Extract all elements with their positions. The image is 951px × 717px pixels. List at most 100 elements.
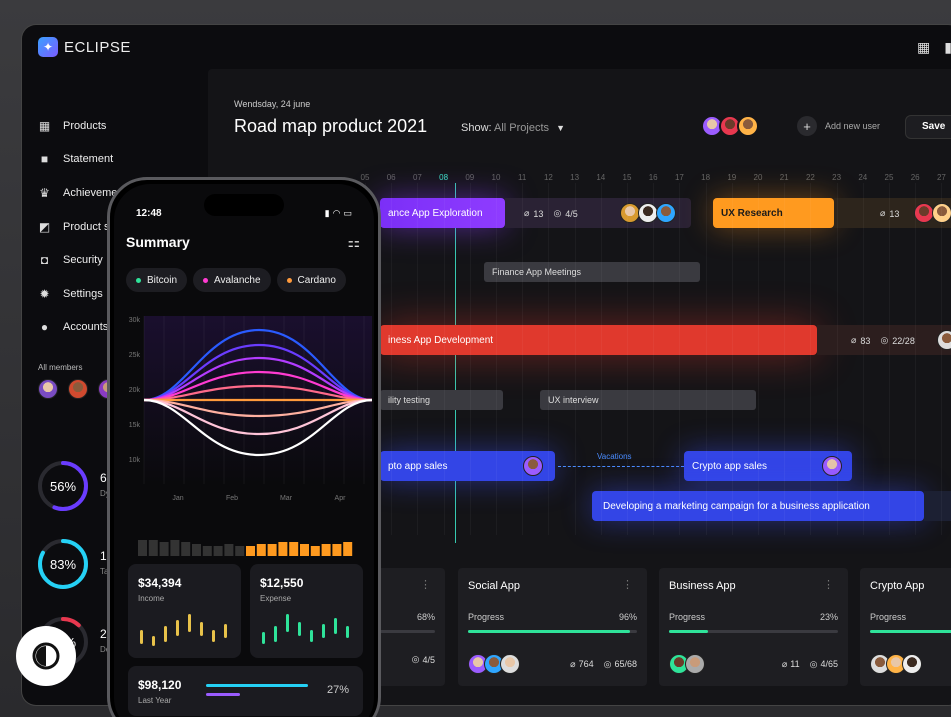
timeline-gridline bbox=[417, 183, 419, 535]
timeline-day[interactable]: 26 bbox=[911, 173, 920, 182]
paperclip-icon: ⌀ bbox=[781, 658, 788, 669]
expense-value: $12,550 bbox=[260, 576, 304, 590]
avatar[interactable] bbox=[38, 379, 58, 399]
timeline-day[interactable]: 15 bbox=[623, 173, 632, 182]
candle bbox=[188, 614, 191, 632]
app-logo[interactable]: ✦ ECLIPSE bbox=[38, 37, 131, 57]
timeline-day[interactable]: 10 bbox=[492, 173, 501, 182]
bar-label: ility testing bbox=[388, 395, 431, 405]
card-title: Social App bbox=[468, 580, 520, 592]
coin-chips: Bitcoin Avalanche Cardano bbox=[126, 268, 346, 292]
filter-label: Show: bbox=[461, 122, 492, 134]
avatar[interactable] bbox=[737, 115, 759, 137]
sidebar-item-products[interactable]: ▦ Products bbox=[38, 109, 127, 143]
avatar bbox=[822, 456, 842, 476]
more-icon[interactable]: ⋮ bbox=[622, 578, 633, 591]
bar-chart-icon[interactable]: ▮ bbox=[944, 39, 951, 56]
chip-dot bbox=[136, 277, 141, 283]
volume-bar bbox=[256, 544, 266, 556]
timeline-gridline bbox=[862, 183, 864, 535]
income-label: Income bbox=[138, 594, 165, 603]
candle bbox=[310, 630, 313, 642]
gantt-bar-ux-interview[interactable]: UX interview bbox=[540, 390, 756, 410]
chip-avalanche[interactable]: Avalanche bbox=[193, 268, 271, 292]
timeline-gridline bbox=[731, 183, 733, 535]
avatar[interactable] bbox=[68, 379, 88, 399]
timeline-day[interactable]: 14 bbox=[596, 173, 605, 182]
timeline-day[interactable]: 06 bbox=[387, 173, 396, 182]
candle bbox=[152, 636, 155, 646]
timeline-day[interactable]: 05 bbox=[361, 173, 370, 182]
more-icon[interactable]: ⋮ bbox=[420, 578, 431, 591]
avatar bbox=[656, 203, 676, 223]
timeline-day[interactable]: 24 bbox=[858, 173, 867, 182]
more-icon[interactable]: ⋮ bbox=[823, 578, 834, 591]
grid-view-icon[interactable]: ▦ bbox=[917, 39, 930, 56]
timeline-gridline bbox=[522, 183, 524, 535]
timeline-day[interactable]: 11 bbox=[518, 173, 526, 182]
timeline-day[interactable]: 08 bbox=[439, 173, 448, 182]
progress-fill bbox=[468, 630, 631, 633]
timeline-day[interactable]: 09 bbox=[465, 173, 474, 182]
last-year-bar-secondary bbox=[206, 693, 240, 696]
timeline-day[interactable]: 18 bbox=[701, 173, 710, 182]
contrast-icon bbox=[32, 642, 60, 670]
timeline-gridline bbox=[496, 183, 497, 535]
candle bbox=[334, 618, 337, 634]
bar-label: Developing a marketing campaign for a bu… bbox=[603, 500, 870, 512]
grid-menu-icon[interactable]: ⚏ bbox=[347, 234, 360, 251]
timeline-day[interactable]: 12 bbox=[544, 173, 553, 182]
timeline-day[interactable]: 27 bbox=[937, 173, 946, 182]
candle bbox=[286, 614, 289, 632]
project-filter[interactable]: Show: All Projects ▼ bbox=[461, 122, 565, 134]
phone-screen: 12:48 ▮ ◠ ▭ Summary ⚏ Bitcoin Avalanche … bbox=[114, 184, 374, 717]
chip-cardano[interactable]: Cardano bbox=[276, 268, 346, 292]
avatar bbox=[902, 654, 922, 674]
gantt-bar-usability-testing[interactable]: ility testing bbox=[380, 390, 503, 410]
volume-bar bbox=[148, 540, 158, 556]
timeline-day[interactable]: 17 bbox=[675, 173, 684, 182]
sidebar-item-label: Statement bbox=[63, 153, 114, 166]
project-card-social-app[interactable]: Social App ⋮ Progress 96% ⌀ 764 ◎ 65/68 bbox=[458, 568, 647, 686]
volume-bar bbox=[343, 542, 353, 556]
stat-percent: 83% bbox=[49, 556, 77, 572]
expense-card[interactable]: $12,550 Expense bbox=[250, 564, 363, 658]
sidebar-item-statement[interactable]: ■ Statement bbox=[38, 143, 127, 177]
gantt-bar-finance-meetings[interactable]: Finance App Meetings bbox=[484, 262, 700, 282]
timeline-day[interactable]: 22 bbox=[806, 173, 815, 182]
volume-bar bbox=[300, 544, 309, 556]
save-button[interactable]: Save bbox=[905, 115, 951, 139]
timeline-day[interactable]: 20 bbox=[754, 173, 763, 182]
project-card-business-app[interactable]: Business App ⋮ Progress 23% ⌀ 11 ◎ 4/65 bbox=[659, 568, 848, 686]
add-user-button[interactable]: + Add new user bbox=[797, 116, 880, 136]
volume-bar bbox=[246, 546, 255, 556]
timeline-day[interactable]: 23 bbox=[832, 173, 841, 182]
timeline-day[interactable]: 13 bbox=[570, 173, 579, 182]
gantt-bar-crypto-sales-1[interactable]: pto app sales bbox=[380, 451, 555, 481]
timeline-day[interactable]: 25 bbox=[885, 173, 894, 182]
timeline-day[interactable]: 21 bbox=[780, 173, 789, 182]
gantt-bar-crypto-sales-2[interactable]: Crypto app sales bbox=[684, 451, 852, 481]
chip-label: Cardano bbox=[297, 274, 336, 286]
theme-toggle-button[interactable] bbox=[16, 626, 76, 686]
gantt-bar-finance-exploration[interactable]: ance App Exploration bbox=[380, 198, 505, 228]
last-year-card[interactable]: $98,120 Last Year 27% bbox=[128, 666, 363, 716]
timeline-day[interactable]: 16 bbox=[649, 173, 658, 182]
timeline-day[interactable]: 07 bbox=[413, 173, 422, 182]
check-circle-icon: ◎ bbox=[603, 658, 612, 669]
sidebar-item-label: Security bbox=[63, 254, 103, 267]
chip-bitcoin[interactable]: Bitcoin bbox=[126, 268, 188, 292]
project-card-crypto-app[interactable]: Crypto App Progress bbox=[860, 568, 951, 686]
gantt-bar-business-dev[interactable]: iness App Development bbox=[380, 325, 817, 355]
sidebar-item-label: Settings bbox=[63, 287, 103, 300]
volume-bar bbox=[310, 546, 320, 556]
last-year-value: $98,120 bbox=[138, 678, 182, 692]
chart-y-tick: 10k bbox=[129, 457, 141, 464]
timeline-gridline bbox=[810, 183, 812, 535]
bar-meta: ⌀ 83 ◎ 22/28 bbox=[851, 335, 915, 346]
paperclip-icon: ⌀ bbox=[524, 208, 530, 218]
timeline-day[interactable]: 19 bbox=[727, 173, 736, 182]
timeline-gridline bbox=[889, 183, 890, 535]
income-card[interactable]: $34,394 Income bbox=[128, 564, 241, 658]
chart-y-tick: 25k bbox=[129, 352, 141, 359]
